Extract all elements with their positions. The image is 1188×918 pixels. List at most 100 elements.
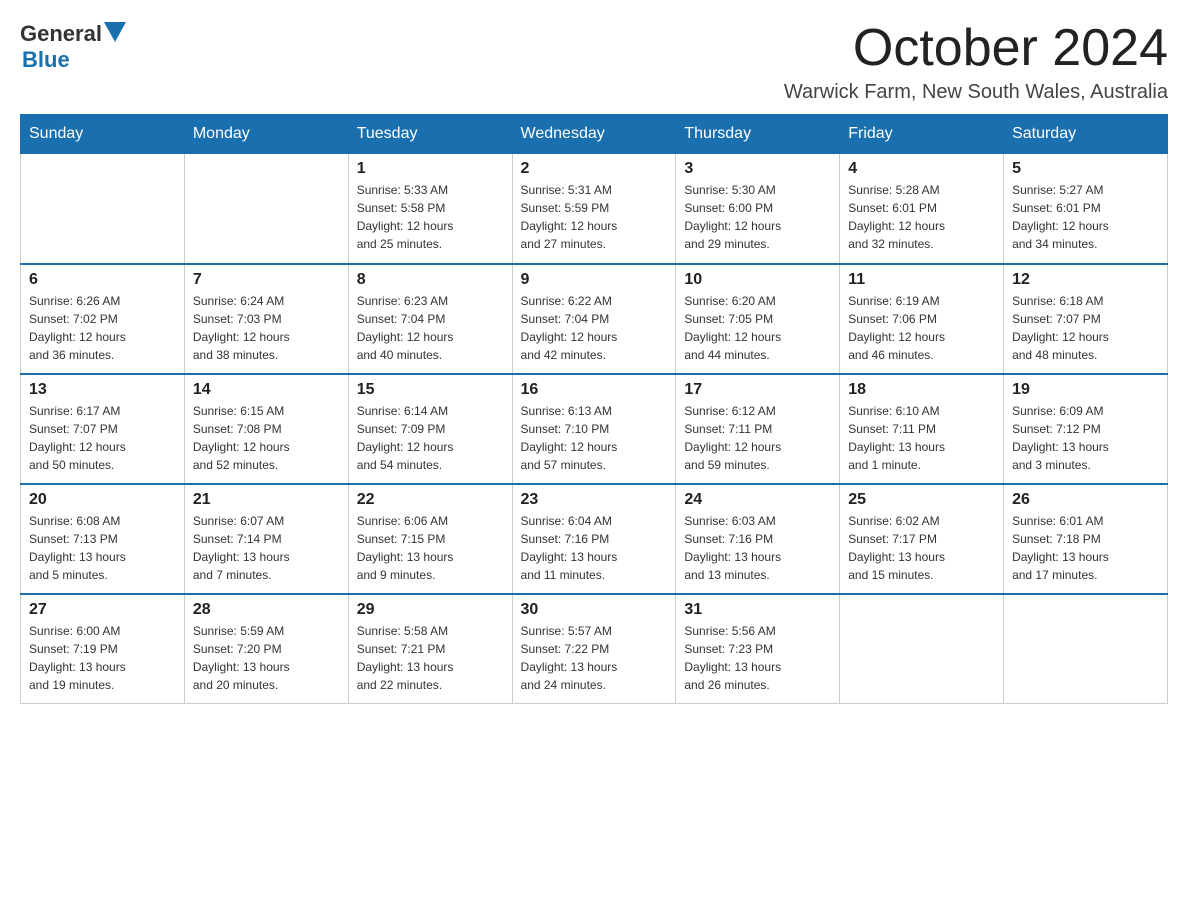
calendar-cell: 19 Sunrise: 6:09 AM Sunset: 7:12 PM Dayli… bbox=[1004, 374, 1168, 484]
calendar-cell: 28Sunrise: 5:59 AM Sunset: 7:20 PM Dayli… bbox=[184, 594, 348, 704]
day-info: Sunrise: 6:07 AM Sunset: 7:14 PM Dayligh… bbox=[193, 512, 340, 584]
calendar-cell: 3Sunrise: 5:30 AM Sunset: 6:00 PM Daylig… bbox=[676, 154, 840, 264]
day-info: Sunrise: 6:00 AM Sunset: 7:19 PM Dayligh… bbox=[29, 622, 176, 694]
location-subtitle: Warwick Farm, New South Wales, Australia bbox=[784, 81, 1168, 104]
week-row-3: 13 Sunrise: 6:17 AM Sunset: 7:07 PM Dayli… bbox=[21, 374, 1168, 484]
calendar-cell: 23 Sunrise: 6:04 AM Sunset: 7:16 PM Dayli… bbox=[512, 484, 676, 594]
calendar-cell: 15 Sunrise: 6:14 AM Sunset: 7:09 PM Dayli… bbox=[348, 374, 512, 484]
logo-triangle-icon bbox=[104, 22, 126, 42]
logo: General Blue bbox=[20, 20, 126, 73]
day-info: Sunrise: 6:24 AM Sunset: 7:03 PM Dayligh… bbox=[193, 292, 340, 364]
weekday-header-saturday: Saturday bbox=[1004, 115, 1168, 154]
day-info: Sunrise: 6:10 AM Sunset: 7:11 PM Dayligh… bbox=[848, 402, 995, 474]
day-info: Sunrise: 6:17 AM Sunset: 7:07 PM Dayligh… bbox=[29, 402, 176, 474]
day-info: Sunrise: 6:01 AM Sunset: 7:18 PM Dayligh… bbox=[1012, 512, 1159, 584]
calendar-cell: 8 Sunrise: 6:23 AM Sunset: 7:04 PM Daylig… bbox=[348, 264, 512, 374]
calendar-cell bbox=[184, 154, 348, 264]
day-info: Sunrise: 6:08 AM Sunset: 7:13 PM Dayligh… bbox=[29, 512, 176, 584]
day-number: 19 bbox=[1012, 381, 1159, 399]
day-number: 11 bbox=[848, 271, 995, 289]
day-number: 29 bbox=[357, 601, 504, 619]
calendar-cell: 12Sunrise: 6:18 AM Sunset: 7:07 PM Dayli… bbox=[1004, 264, 1168, 374]
calendar-cell bbox=[840, 594, 1004, 704]
logo-blue: Blue bbox=[22, 47, 70, 73]
calendar-cell: 13 Sunrise: 6:17 AM Sunset: 7:07 PM Dayli… bbox=[21, 374, 185, 484]
calendar-cell bbox=[21, 154, 185, 264]
day-number: 5 bbox=[1012, 160, 1159, 178]
calendar-cell: 14 Sunrise: 6:15 AM Sunset: 7:08 PM Dayli… bbox=[184, 374, 348, 484]
day-number: 7 bbox=[193, 271, 340, 289]
day-info: Sunrise: 6:04 AM Sunset: 7:16 PM Dayligh… bbox=[521, 512, 668, 584]
day-number: 24 bbox=[684, 491, 831, 509]
calendar-cell: 17Sunrise: 6:12 AM Sunset: 7:11 PM Dayli… bbox=[676, 374, 840, 484]
weekday-header-wednesday: Wednesday bbox=[512, 115, 676, 154]
day-info: Sunrise: 5:57 AM Sunset: 7:22 PM Dayligh… bbox=[521, 622, 668, 694]
day-info: Sunrise: 6:23 AM Sunset: 7:04 PM Dayligh… bbox=[357, 292, 504, 364]
calendar-cell: 26 Sunrise: 6:01 AM Sunset: 7:18 PM Dayli… bbox=[1004, 484, 1168, 594]
calendar-cell: 18 Sunrise: 6:10 AM Sunset: 7:11 PM Dayli… bbox=[840, 374, 1004, 484]
day-number: 3 bbox=[684, 160, 831, 178]
weekday-header-monday: Monday bbox=[184, 115, 348, 154]
calendar-cell: 24 Sunrise: 6:03 AM Sunset: 7:16 PM Dayli… bbox=[676, 484, 840, 594]
day-info: Sunrise: 6:09 AM Sunset: 7:12 PM Dayligh… bbox=[1012, 402, 1159, 474]
calendar-cell: 6Sunrise: 6:26 AM Sunset: 7:02 PM Daylig… bbox=[21, 264, 185, 374]
calendar-cell: 7 Sunrise: 6:24 AM Sunset: 7:03 PM Daylig… bbox=[184, 264, 348, 374]
day-number: 6 bbox=[29, 271, 176, 289]
day-number: 23 bbox=[521, 491, 668, 509]
calendar-cell: 4 Sunrise: 5:28 AM Sunset: 6:01 PM Daylig… bbox=[840, 154, 1004, 264]
month-year-title: October 2024 bbox=[784, 20, 1168, 77]
calendar-cell: 1Sunrise: 5:33 AM Sunset: 5:58 PM Daylig… bbox=[348, 154, 512, 264]
day-number: 22 bbox=[357, 491, 504, 509]
day-info: Sunrise: 6:22 AM Sunset: 7:04 PM Dayligh… bbox=[521, 292, 668, 364]
day-number: 26 bbox=[1012, 491, 1159, 509]
calendar-cell: 22 Sunrise: 6:06 AM Sunset: 7:15 PM Dayli… bbox=[348, 484, 512, 594]
week-row-4: 20Sunrise: 6:08 AM Sunset: 7:13 PM Dayli… bbox=[21, 484, 1168, 594]
title-section: October 2024 Warwick Farm, New South Wal… bbox=[784, 20, 1168, 104]
day-number: 14 bbox=[193, 381, 340, 399]
day-info: Sunrise: 5:33 AM Sunset: 5:58 PM Dayligh… bbox=[357, 181, 504, 253]
day-number: 25 bbox=[848, 491, 995, 509]
day-number: 17 bbox=[684, 381, 831, 399]
day-number: 31 bbox=[684, 601, 831, 619]
day-info: Sunrise: 6:14 AM Sunset: 7:09 PM Dayligh… bbox=[357, 402, 504, 474]
day-info: Sunrise: 6:20 AM Sunset: 7:05 PM Dayligh… bbox=[684, 292, 831, 364]
calendar-header-row: SundayMondayTuesdayWednesdayThursdayFrid… bbox=[21, 115, 1168, 154]
day-number: 12 bbox=[1012, 271, 1159, 289]
day-info: Sunrise: 6:15 AM Sunset: 7:08 PM Dayligh… bbox=[193, 402, 340, 474]
weekday-header-friday: Friday bbox=[840, 115, 1004, 154]
day-number: 28 bbox=[193, 601, 340, 619]
day-number: 8 bbox=[357, 271, 504, 289]
day-info: Sunrise: 6:06 AM Sunset: 7:15 PM Dayligh… bbox=[357, 512, 504, 584]
calendar-cell: 29 Sunrise: 5:58 AM Sunset: 7:21 PM Dayli… bbox=[348, 594, 512, 704]
calendar-table: SundayMondayTuesdayWednesdayThursdayFrid… bbox=[20, 114, 1168, 704]
week-row-5: 27 Sunrise: 6:00 AM Sunset: 7:19 PM Dayli… bbox=[21, 594, 1168, 704]
day-number: 16 bbox=[521, 381, 668, 399]
week-row-1: 1Sunrise: 5:33 AM Sunset: 5:58 PM Daylig… bbox=[21, 154, 1168, 264]
logo-general: General bbox=[20, 21, 102, 47]
weekday-header-sunday: Sunday bbox=[21, 115, 185, 154]
calendar-cell: 16Sunrise: 6:13 AM Sunset: 7:10 PM Dayli… bbox=[512, 374, 676, 484]
day-info: Sunrise: 6:02 AM Sunset: 7:17 PM Dayligh… bbox=[848, 512, 995, 584]
day-info: Sunrise: 5:28 AM Sunset: 6:01 PM Dayligh… bbox=[848, 181, 995, 253]
page-header: General Blue October 2024 Warwick Farm, … bbox=[20, 20, 1168, 104]
day-number: 13 bbox=[29, 381, 176, 399]
day-number: 9 bbox=[521, 271, 668, 289]
calendar-cell: 5 Sunrise: 5:27 AM Sunset: 6:01 PM Daylig… bbox=[1004, 154, 1168, 264]
calendar-cell: 31 Sunrise: 5:56 AM Sunset: 7:23 PM Dayli… bbox=[676, 594, 840, 704]
day-number: 27 bbox=[29, 601, 176, 619]
week-row-2: 6Sunrise: 6:26 AM Sunset: 7:02 PM Daylig… bbox=[21, 264, 1168, 374]
day-info: Sunrise: 5:56 AM Sunset: 7:23 PM Dayligh… bbox=[684, 622, 831, 694]
day-number: 15 bbox=[357, 381, 504, 399]
day-info: Sunrise: 6:03 AM Sunset: 7:16 PM Dayligh… bbox=[684, 512, 831, 584]
day-number: 21 bbox=[193, 491, 340, 509]
calendar-cell: 30 Sunrise: 5:57 AM Sunset: 7:22 PM Dayli… bbox=[512, 594, 676, 704]
calendar-cell: 2Sunrise: 5:31 AM Sunset: 5:59 PM Daylig… bbox=[512, 154, 676, 264]
day-number: 2 bbox=[521, 160, 668, 178]
weekday-header-tuesday: Tuesday bbox=[348, 115, 512, 154]
day-info: Sunrise: 5:58 AM Sunset: 7:21 PM Dayligh… bbox=[357, 622, 504, 694]
day-number: 18 bbox=[848, 381, 995, 399]
day-info: Sunrise: 5:27 AM Sunset: 6:01 PM Dayligh… bbox=[1012, 181, 1159, 253]
day-number: 4 bbox=[848, 160, 995, 178]
weekday-header-thursday: Thursday bbox=[676, 115, 840, 154]
day-number: 30 bbox=[521, 601, 668, 619]
